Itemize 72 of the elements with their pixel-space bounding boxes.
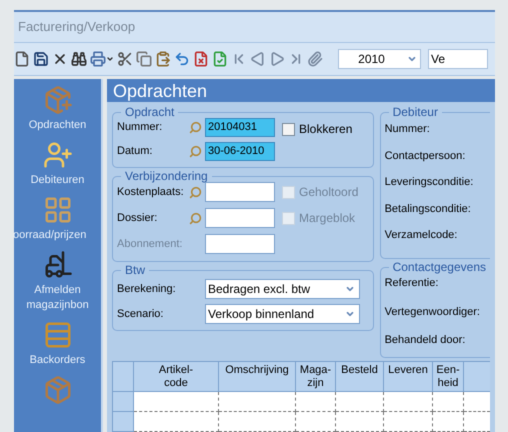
field-label: Nummer: — [384, 122, 431, 137]
document-icon[interactable] — [14, 51, 30, 67]
field-label: Scenario: — [117, 306, 164, 322]
field-label: Betalingsconditie: — [384, 202, 472, 216]
page-title: Opdrachten — [113, 82, 208, 100]
undo-icon[interactable] — [174, 51, 190, 67]
field-label: Referentie: — [384, 276, 440, 291]
table-cell[interactable] — [336, 392, 384, 412]
checkbox-label: Geholtoord — [299, 184, 358, 201]
table-cell[interactable] — [384, 392, 433, 412]
document-x-icon[interactable] — [193, 51, 209, 67]
table-cell[interactable] — [433, 412, 464, 432]
dropdown[interactable]: Bedragen excl. btw — [205, 279, 360, 299]
table-cell[interactable] — [219, 392, 296, 412]
forklift-icon[interactable] — [42, 250, 72, 280]
binoculars-icon[interactable] — [71, 51, 87, 67]
delete-icon[interactable] — [52, 51, 68, 67]
sidebar-item[interactable]: Backorders — [30, 353, 86, 368]
save-icon[interactable] — [33, 51, 49, 67]
field-label: Kostenplaats: — [117, 184, 185, 200]
dropdown[interactable]: Ve — [428, 49, 488, 69]
printer-icon[interactable] — [90, 51, 106, 67]
input-field[interactable]: 20104031 — [205, 118, 275, 137]
person-plus-icon[interactable] — [42, 140, 72, 170]
field-label: Verzamelcode: — [384, 228, 458, 243]
magnifier-icon[interactable] — [189, 145, 202, 158]
table-cell[interactable] — [134, 392, 219, 412]
group-title: Verbijzondering — [124, 170, 209, 182]
table-cell[interactable] — [134, 412, 219, 432]
previous-icon[interactable] — [250, 51, 266, 67]
input-field[interactable] — [205, 208, 275, 228]
year-dropdown[interactable]: 2010 — [338, 49, 421, 69]
field-label: Behandeld door: — [384, 333, 466, 348]
sidebar-item[interactable]: Opdrachten — [28, 118, 86, 133]
dropdown[interactable]: Verkoop binnenland — [205, 304, 360, 324]
table-cell[interactable] — [336, 412, 384, 432]
document-check-icon[interactable] — [212, 51, 228, 67]
field-label: Berekening: — [117, 282, 177, 297]
group-title: Debiteur — [392, 106, 439, 118]
table-cell[interactable] — [296, 412, 336, 432]
group-title: Contactgegevens — [392, 261, 487, 273]
field-label: Abonnement: — [117, 236, 184, 252]
field-label: Nummer: — [117, 120, 164, 136]
table-cell[interactable] — [296, 392, 336, 412]
sidebar-item[interactable]: Debiteuren — [30, 173, 84, 188]
table-cell[interactable] — [433, 392, 464, 412]
checkbox-label: Margeblok — [299, 210, 356, 227]
input-field[interactable]: 30-06-2010 — [205, 142, 275, 161]
table-cell[interactable] — [464, 412, 490, 432]
checkbox-label: Blokkeren — [299, 121, 352, 138]
table-cell[interactable] — [384, 412, 433, 432]
paperclip-icon[interactable] — [307, 51, 323, 67]
next-icon[interactable] — [269, 51, 285, 67]
field-label: Leveringsconditie: — [384, 175, 474, 190]
window-title: Facturering/Verkoop — [18, 18, 136, 36]
group-title: Btw — [124, 264, 146, 276]
field-label: Datum: — [117, 144, 154, 160]
magnifier-icon[interactable] — [189, 186, 202, 198]
magnifier-icon[interactable] — [189, 121, 202, 134]
table-cell[interactable] — [219, 412, 296, 432]
scissors-icon[interactable] — [117, 51, 133, 67]
sidebar-item[interactable]: Afmelden magazijnbon — [14, 283, 101, 313]
paste-icon[interactable] — [155, 51, 171, 67]
magnifier-icon[interactable] — [189, 212, 202, 224]
table-cell[interactable] — [464, 392, 490, 412]
checkbox[interactable] — [282, 122, 295, 136]
field-label: Contactpersoon: — [384, 148, 466, 164]
field-label: Vertegenwoordiger: — [384, 304, 481, 320]
field-label: Dossier: — [117, 210, 158, 226]
input-field[interactable] — [205, 182, 275, 202]
copy-icon[interactable] — [136, 51, 152, 67]
group-title: Opdracht — [124, 106, 176, 118]
